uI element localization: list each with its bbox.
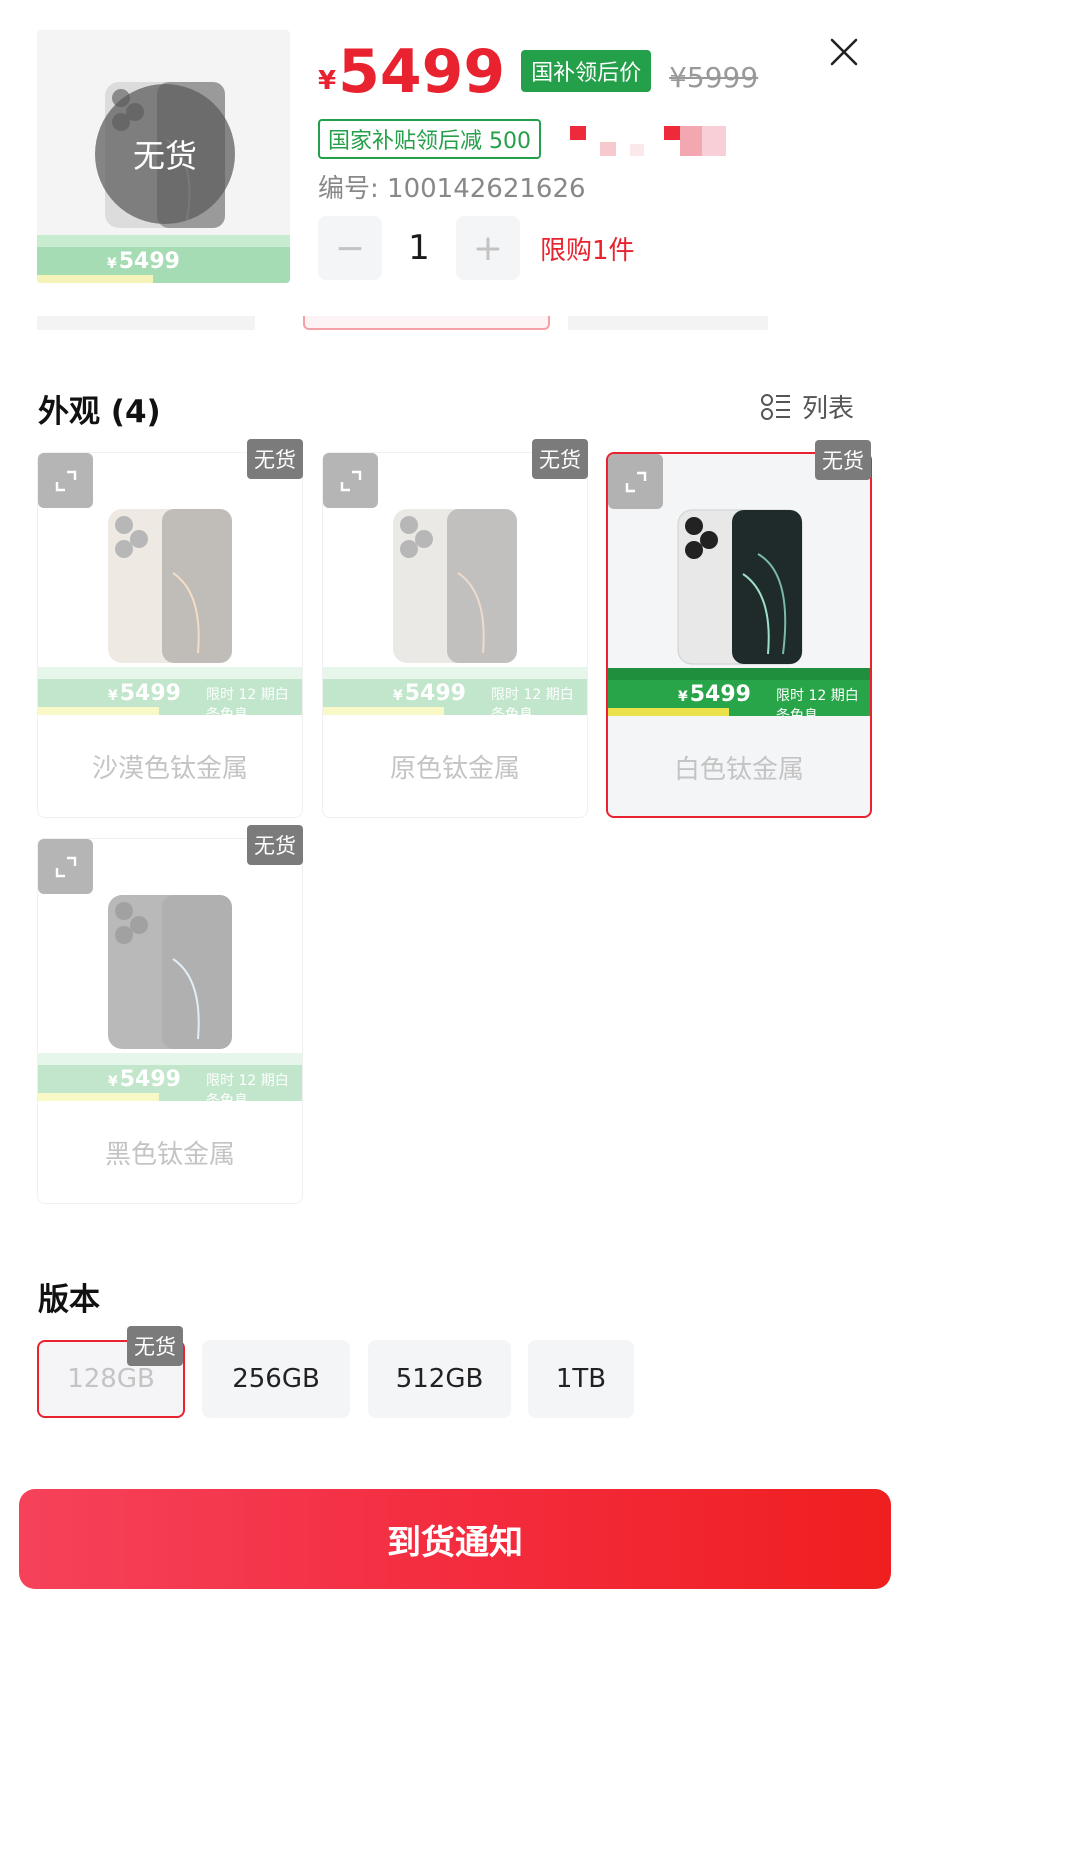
color-label: 沙漠色钛金属 — [91, 754, 248, 784]
pixelated-redaction — [570, 124, 730, 158]
out-of-stock-tag: 无货 — [247, 825, 303, 865]
banner-price: 5499 — [119, 681, 181, 706]
version-label: 128GB — [67, 1364, 155, 1394]
version-option-128gb[interactable]: 128GB 无货 — [37, 1326, 185, 1418]
expand-icon[interactable] — [608, 454, 663, 509]
banner-limit: 限时 12 期白条免息 — [776, 688, 859, 716]
version-title: 版本 — [38, 1282, 100, 1318]
current-price: 5499 — [338, 37, 506, 107]
list-view-toggle[interactable]: 列表 — [760, 388, 854, 425]
banner-price: 5499 — [118, 249, 180, 274]
decrease-button[interactable]: − — [318, 216, 382, 280]
color-label: 原色钛金属 — [389, 754, 520, 784]
increase-button[interactable]: + — [456, 216, 520, 280]
expand-icon[interactable] — [38, 839, 93, 894]
currency-symbol: ¥ — [318, 66, 337, 96]
appearance-title: 外观 (4) — [38, 394, 161, 430]
color-label: 白色钛金属 — [673, 755, 804, 785]
close-icon[interactable] — [826, 34, 862, 70]
price-row: ¥ 5499 国补领后价 ¥5999 — [318, 40, 758, 104]
color-option-desert[interactable]: ¥5499 限时 12 期白条免息 无货 沙漠色钛金属 — [37, 439, 303, 818]
out-of-stock-tag: 无货 — [127, 1326, 183, 1366]
version-option-256gb[interactable]: 256GB — [202, 1340, 350, 1418]
arrival-notify-button[interactable]: 到货通知 — [19, 1489, 891, 1589]
color-option-white[interactable]: ¥5499 限时 12 期白条免息 无货 白色钛金属 — [606, 440, 872, 818]
promo-banner: ¥5499 — [37, 235, 290, 283]
version-label: 1TB — [555, 1364, 607, 1394]
promo-banner: ¥5499 限时 12 期白条免息 — [608, 668, 870, 716]
sku-number: 编号: 100142621626 — [318, 174, 586, 204]
banner-limit: 限时 12 期白条免息 — [206, 1073, 289, 1101]
banner-price: 5499 — [404, 681, 466, 706]
color-label: 黑色钛金属 — [104, 1140, 235, 1170]
banner-limit: 限时 12 期白条免息 — [206, 687, 289, 715]
color-option-natural[interactable]: ¥5499 限时 12 期白条免息 无货 原色钛金属 — [322, 439, 588, 818]
list-icon — [761, 393, 790, 420]
quantity-stepper: − 1 + 限购1件 — [318, 216, 635, 280]
color-option-black[interactable]: ¥5499 限时 12 期白条免息 无货 黑色钛金属 — [37, 825, 303, 1204]
version-label: 512GB — [395, 1364, 484, 1394]
product-thumbnail[interactable]: 无货 ¥5499 — [37, 30, 290, 283]
subsidy-badge: 国家补贴领后减 500 — [318, 119, 541, 159]
expand-icon[interactable] — [323, 453, 378, 508]
version-option-1tb[interactable]: 1TB — [528, 1340, 634, 1418]
version-option-512gb[interactable]: 512GB — [368, 1340, 511, 1418]
out-of-stock-tag: 无货 — [247, 439, 303, 479]
out-of-stock-overlay: 无货 — [95, 84, 235, 224]
list-toggle-label: 列表 — [802, 394, 855, 424]
banner-limit: 限时 12 期白条免息 — [491, 687, 574, 715]
promo-banner: ¥5499 限时 12 期白条免息 — [38, 1053, 302, 1101]
promo-banner: ¥5499 限时 12 期白条免息 — [38, 667, 302, 715]
quantity-value[interactable]: 1 — [382, 228, 456, 268]
out-of-stock-tag: 无货 — [532, 439, 588, 479]
purchase-limit: 限购1件 — [540, 235, 635, 266]
sku-selector-sheet: 无货 ¥5499 ¥ 5499 国补领后价 ¥5999 国家补贴领后减 500 … — [0, 0, 909, 1589]
banner-price: 5499 — [689, 682, 751, 707]
promo-banner: ¥5499 限时 12 期白条免息 — [323, 667, 587, 715]
expand-icon[interactable] — [38, 453, 93, 508]
version-label: 256GB — [232, 1364, 320, 1394]
subsidy-price-tag: 国补领后价 — [521, 50, 652, 92]
out-of-stock-tag: 无货 — [815, 440, 871, 480]
original-price: ¥5999 — [669, 61, 759, 94]
banner-price: 5499 — [119, 1067, 181, 1092]
